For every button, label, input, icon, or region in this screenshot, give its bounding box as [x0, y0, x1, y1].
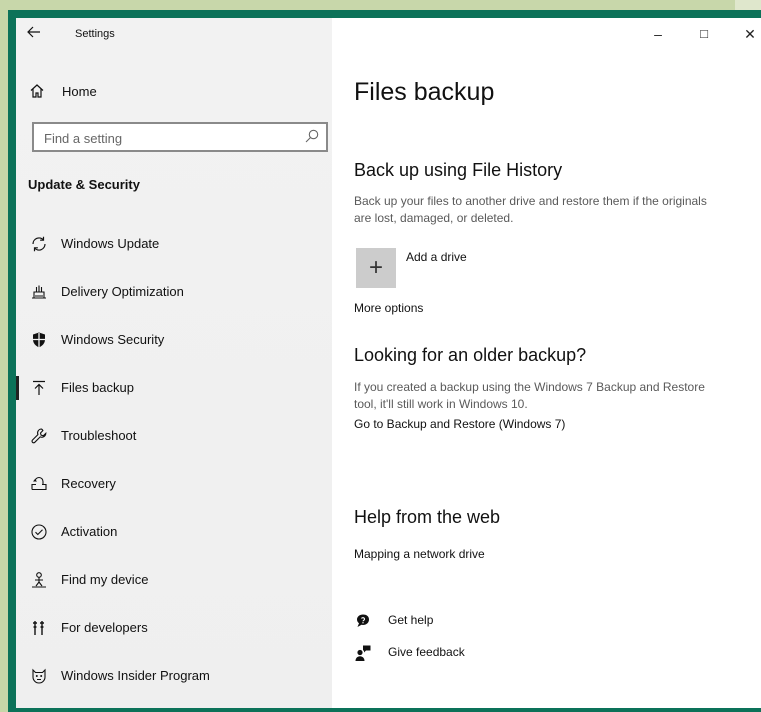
window-title: Settings	[75, 28, 115, 40]
file-history-description: Back up your files to another drive and …	[354, 194, 707, 225]
desktop-background	[0, 0, 761, 10]
search-box[interactable]	[32, 122, 328, 152]
delivery-optimization-icon	[30, 283, 48, 301]
sidebar-item-recovery[interactable]: Recovery	[16, 464, 332, 504]
sidebar-item-home[interactable]: Home	[26, 80, 316, 104]
sidebar-item-label: Windows Security	[61, 332, 165, 347]
sidebar-item-label: Recovery	[61, 476, 116, 491]
older-backup-heading: Looking for an older backup?	[354, 345, 587, 365]
search-icon[interactable]	[304, 128, 320, 144]
plus-icon: +	[368, 254, 383, 281]
back-arrow-icon[interactable]	[26, 24, 46, 44]
sidebar-item-label: For developers	[61, 620, 148, 635]
sidebar-item-label: Troubleshoot	[61, 428, 137, 443]
get-help-link[interactable]: Get help	[354, 610, 654, 632]
settings-window: Settings Home Update & Security Windows …	[16, 18, 761, 708]
search-input[interactable]	[42, 128, 296, 148]
add-drive-button[interactable]: +	[356, 248, 396, 288]
give-feedback-link[interactable]: Give feedback	[354, 642, 654, 664]
section-title: Update & Security	[28, 177, 140, 192]
sidebar-item-windows-update[interactable]: Windows Update	[16, 224, 332, 264]
main-content: – □ ✕ Files backup Back up using File Hi…	[332, 18, 761, 708]
get-help-icon	[354, 612, 372, 630]
sidebar: Settings Home Update & Security Windows …	[16, 18, 332, 708]
get-help-label: Get help	[388, 613, 434, 627]
older-backup-description: If you created a backup using the Window…	[354, 380, 705, 411]
sidebar-item-label: Files backup	[61, 380, 134, 395]
recovery-icon	[30, 475, 48, 493]
close-button[interactable]: ✕	[730, 22, 761, 46]
give-feedback-label: Give feedback	[388, 645, 465, 659]
more-options-link[interactable]: More options	[354, 301, 423, 315]
sidebar-item-label: Windows Insider Program	[61, 668, 210, 683]
maximize-button[interactable]: □	[684, 22, 724, 46]
backup-restore-windows7-link[interactable]: Go to Backup and Restore (Windows 7)	[354, 417, 565, 431]
sidebar-item-for-developers[interactable]: For developers	[16, 608, 332, 648]
check-circle-icon	[30, 523, 48, 541]
insider-cat-icon	[30, 667, 48, 685]
person-location-icon	[30, 571, 48, 589]
add-drive-label[interactable]: Add a drive	[406, 250, 467, 264]
desktop-window-edge	[735, 0, 761, 10]
developer-tools-icon	[30, 619, 48, 637]
page-title: Files backup	[354, 78, 495, 106]
feedback-icon	[354, 644, 372, 662]
sidebar-item-files-backup[interactable]: Files backup	[16, 368, 332, 408]
sidebar-item-find-my-device[interactable]: Find my device	[16, 560, 332, 600]
minimize-button[interactable]: –	[638, 22, 678, 46]
sidebar-item-windows-insider-program[interactable]: Windows Insider Program	[16, 656, 332, 696]
mapping-network-drive-link[interactable]: Mapping a network drive	[354, 547, 485, 561]
sidebar-item-troubleshoot[interactable]: Troubleshoot	[16, 416, 332, 456]
shield-icon	[30, 331, 48, 349]
sidebar-item-windows-security[interactable]: Windows Security	[16, 320, 332, 360]
backup-arrow-icon	[30, 379, 48, 397]
wrench-icon	[30, 427, 48, 445]
sidebar-item-label: Home	[62, 84, 97, 99]
sidebar-item-label: Find my device	[61, 572, 149, 587]
sync-icon	[30, 235, 48, 253]
sidebar-item-activation[interactable]: Activation	[16, 512, 332, 552]
sidebar-item-label: Windows Update	[61, 236, 160, 251]
help-heading: Help from the web	[354, 507, 501, 527]
sidebar-item-delivery-optimization[interactable]: Delivery Optimization	[16, 272, 332, 312]
home-icon	[28, 82, 46, 100]
sidebar-item-label: Delivery Optimization	[61, 284, 184, 299]
file-history-heading: Back up using File History	[354, 160, 563, 180]
sidebar-item-label: Activation	[61, 524, 118, 539]
